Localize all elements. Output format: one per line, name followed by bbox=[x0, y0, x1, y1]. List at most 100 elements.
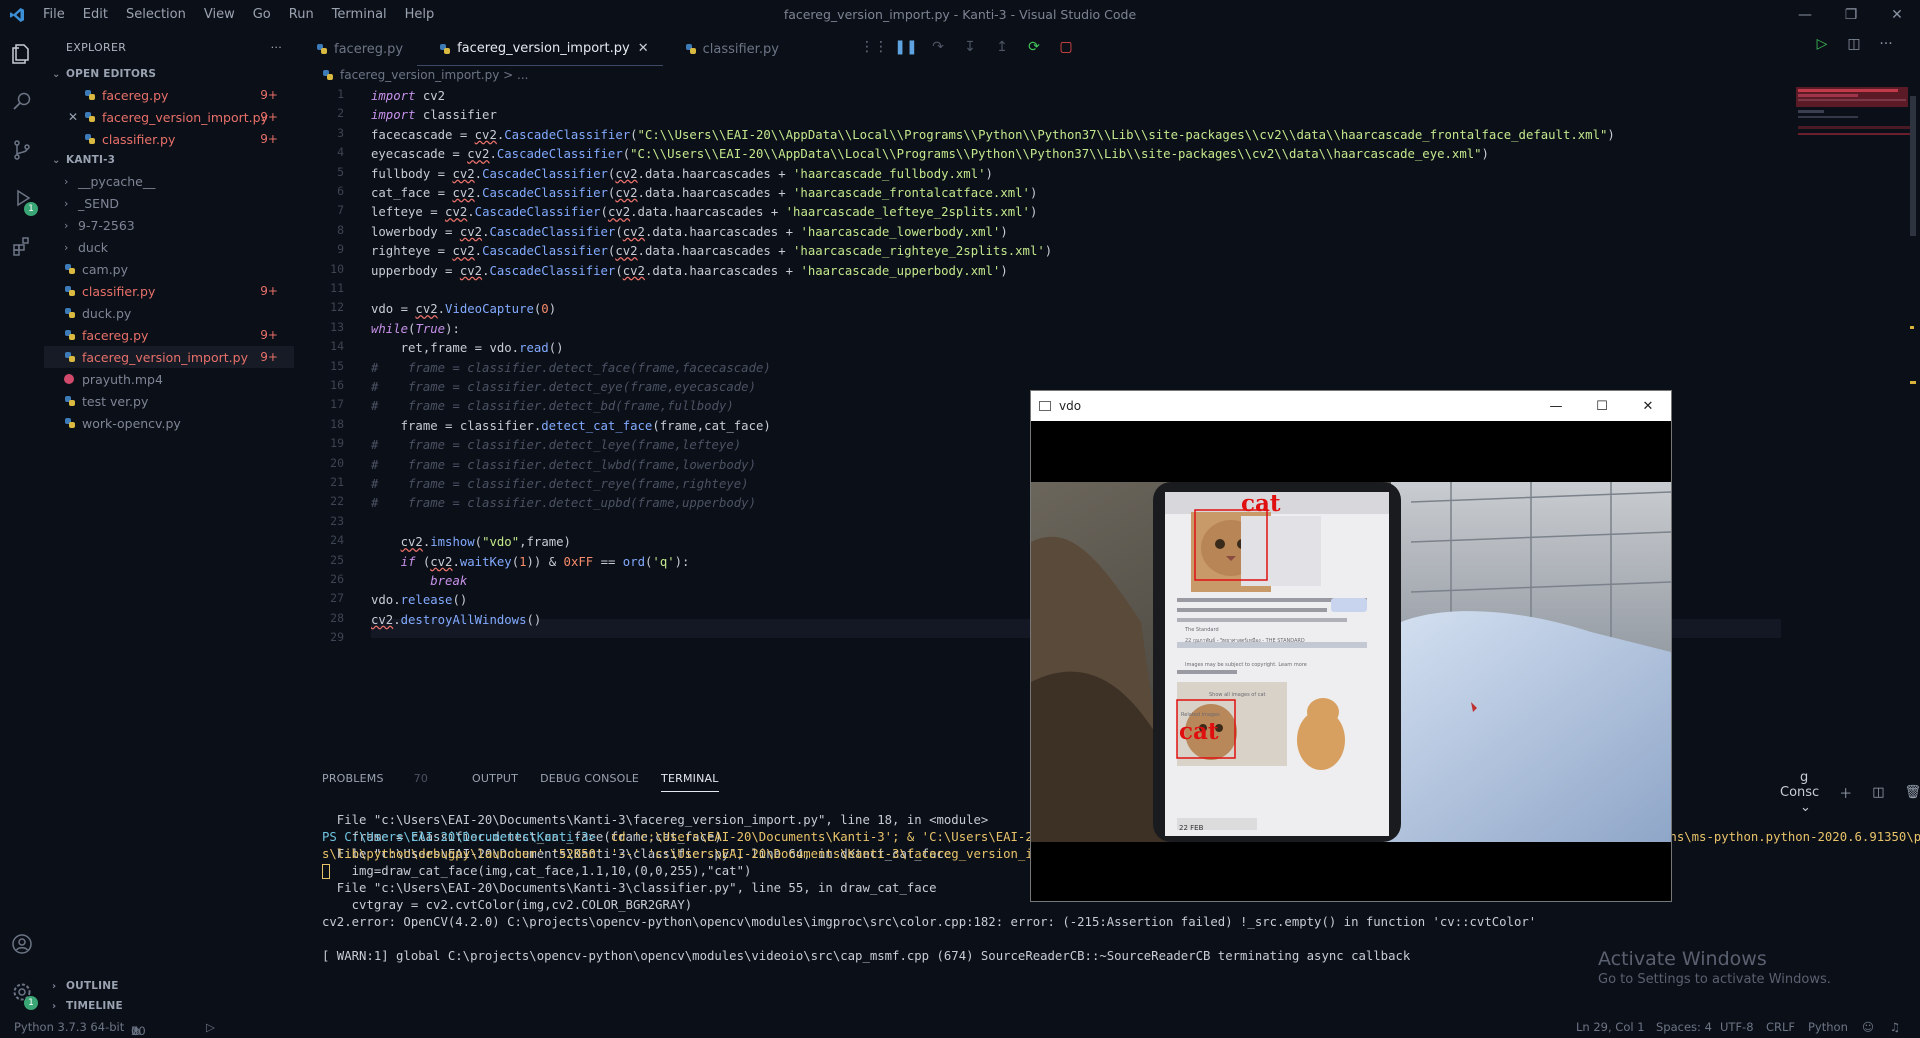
file-item-selected[interactable]: facereg_version_import.py 9+ bbox=[44, 346, 294, 368]
vdo-window[interactable]: vdo — ☐ ✕ cat cat The Standard 22 กุมภาพ… bbox=[1030, 390, 1672, 902]
line-number: 17 bbox=[330, 397, 344, 412]
run-debug-icon[interactable]: 1 bbox=[0, 174, 44, 222]
menu-selection[interactable]: Selection bbox=[117, 0, 195, 30]
open-editor-item-active[interactable]: ✕ facereg_version_import.py 9+ bbox=[44, 106, 294, 128]
more-actions-icon[interactable]: ··· bbox=[1870, 36, 1902, 52]
account-icon[interactable] bbox=[0, 920, 44, 968]
open-editor-item[interactable]: facereg.py 9+ bbox=[44, 84, 294, 106]
terminal-select-label: g Consc bbox=[1780, 770, 1820, 800]
line-number: 7 bbox=[337, 203, 344, 218]
code-line: break bbox=[430, 574, 468, 588]
vdo-maximize-button[interactable]: ☐ bbox=[1579, 391, 1625, 421]
python-file-icon bbox=[64, 307, 76, 319]
extensions-icon[interactable] bbox=[0, 222, 44, 270]
indentation[interactable]: Spaces: 4 bbox=[1656, 1020, 1712, 1034]
close-tab-icon[interactable]: ✕ bbox=[638, 41, 649, 56]
tab-classifier[interactable]: classifier.py bbox=[663, 32, 793, 66]
trash-icon[interactable]: 🗑 bbox=[1905, 785, 1920, 800]
new-terminal-icon[interactable]: ＋ bbox=[1839, 783, 1852, 802]
open-editors-header[interactable]: ⌄ OPEN EDITORS bbox=[44, 64, 294, 84]
step-over-icon[interactable]: ↷ bbox=[922, 39, 954, 55]
line-ending[interactable]: CRLF bbox=[1766, 1020, 1795, 1034]
menu-run[interactable]: Run bbox=[280, 0, 323, 30]
window-app-icon bbox=[1039, 401, 1051, 411]
file-item[interactable]: duck.py bbox=[44, 302, 294, 324]
encoding[interactable]: UTF-8 bbox=[1720, 1020, 1754, 1034]
tab-terminal[interactable]: TERMINAL bbox=[661, 772, 719, 792]
source-control-icon[interactable] bbox=[0, 126, 44, 174]
python-interpreter[interactable]: Python 3.7.3 64-bit bbox=[14, 1020, 124, 1034]
settings-gear-icon[interactable]: 1 bbox=[0, 968, 44, 1016]
language-mode[interactable]: Python bbox=[1808, 1020, 1848, 1034]
step-out-icon[interactable]: ↥ bbox=[986, 39, 1018, 55]
folder-item[interactable]: › duck bbox=[44, 236, 294, 258]
file-label: classifier.py bbox=[82, 283, 156, 299]
more-actions-icon[interactable]: ··· bbox=[271, 41, 282, 54]
menu-terminal[interactable]: Terminal bbox=[323, 0, 396, 30]
explorer-icon[interactable] bbox=[0, 30, 44, 78]
line-number: 8 bbox=[337, 222, 344, 237]
notifications-bell-icon[interactable]: ♫ bbox=[1890, 1020, 1900, 1034]
split-editor-icon[interactable]: ◫ bbox=[1838, 36, 1870, 52]
workspace-header[interactable]: ⌄ KANTI-3 bbox=[44, 150, 294, 170]
code-line: lowerbody = cv2.CascadeClassifier(cv2.da… bbox=[371, 224, 1008, 239]
breadcrumb[interactable]: facereg_version_import.py > ... bbox=[322, 66, 528, 84]
menu-edit[interactable]: Edit bbox=[74, 0, 117, 30]
stop-icon[interactable]: ▢ bbox=[1050, 39, 1082, 55]
file-item[interactable]: test ver.py bbox=[44, 390, 294, 412]
file-item[interactable]: cam.py bbox=[44, 258, 294, 280]
pause-icon[interactable]: ❚❚ bbox=[890, 39, 922, 55]
file-item[interactable]: prayuth.mp4 bbox=[44, 368, 294, 390]
file-item[interactable]: facereg.py 9+ bbox=[44, 324, 294, 346]
open-editor-label: classifier.py bbox=[102, 131, 176, 147]
minimap[interactable] bbox=[1794, 86, 1912, 166]
minimize-button[interactable]: — bbox=[1782, 0, 1828, 30]
file-item[interactable]: work-opencv.py bbox=[44, 412, 294, 434]
code-line: # frame = classifier.detect_lwbd(frame,l… bbox=[371, 457, 756, 472]
phone-screen-text: The Standard bbox=[1185, 627, 1219, 633]
file-label: prayuth.mp4 bbox=[82, 371, 163, 387]
chevron-down-icon: ⌄ bbox=[52, 154, 61, 166]
tab-output[interactable]: OUTPUT bbox=[472, 772, 518, 792]
feedback-icon[interactable]: ☺ bbox=[1862, 1020, 1874, 1034]
close-window-button[interactable]: ✕ bbox=[1874, 0, 1920, 30]
run-file-icon[interactable]: ▷ bbox=[1806, 36, 1838, 52]
menu-go[interactable]: Go bbox=[244, 0, 280, 30]
step-into-icon[interactable]: ↧ bbox=[954, 39, 986, 55]
timeline-header[interactable]: › TIMELINE bbox=[44, 996, 294, 1016]
folder-item[interactable]: › _SEND bbox=[44, 192, 294, 214]
line-number: 18 bbox=[330, 416, 344, 431]
tab-debug-console[interactable]: DEBUG CONSOLE bbox=[540, 772, 639, 792]
restore-button[interactable]: ❐ bbox=[1828, 0, 1874, 30]
terminal-cursor bbox=[322, 864, 330, 879]
folder-item[interactable]: › __pycache__ bbox=[44, 170, 294, 192]
outline-header[interactable]: › OUTLINE bbox=[44, 976, 294, 996]
menu-help[interactable]: Help bbox=[396, 0, 444, 30]
menu-file[interactable]: File bbox=[34, 0, 74, 30]
open-editor-item[interactable]: classifier.py 9+ bbox=[44, 128, 294, 150]
vdo-close-button[interactable]: ✕ bbox=[1625, 391, 1671, 421]
tab-problems[interactable]: PROBLEMS 70 bbox=[322, 772, 450, 792]
code-line: ret,frame = vdo.read() bbox=[371, 341, 564, 356]
tab-facereg[interactable]: facereg.py bbox=[294, 32, 417, 66]
explorer-title: EXPLORER bbox=[66, 40, 127, 54]
search-icon[interactable] bbox=[0, 78, 44, 126]
vdo-minimize-button[interactable]: — bbox=[1533, 391, 1579, 421]
drag-handle-icon[interactable]: ⋮⋮ bbox=[858, 39, 890, 55]
folder-item[interactable]: › 9-7-2563 bbox=[44, 214, 294, 236]
python-file-icon bbox=[316, 43, 328, 55]
terminal-select[interactable]: g Consc ⌄ bbox=[1780, 770, 1819, 815]
run-status-icon[interactable]: ▷ bbox=[206, 1020, 215, 1034]
close-editor-icon[interactable]: ✕ bbox=[68, 110, 78, 124]
tab-facereg-version-import[interactable]: facereg_version_import.py ✕ bbox=[417, 32, 663, 66]
problems-count: 70 bbox=[413, 772, 429, 785]
panel-tabs: PROBLEMS 70 OUTPUT DEBUG CONSOLE TERMINAL bbox=[322, 772, 741, 792]
file-item[interactable]: classifier.py 9+ bbox=[44, 280, 294, 302]
menu-view[interactable]: View bbox=[195, 0, 244, 30]
code-line: import cv2 bbox=[371, 89, 446, 103]
split-terminal-icon[interactable]: ◫ bbox=[1872, 785, 1884, 800]
tab-label: facereg_version_import.py bbox=[457, 41, 630, 56]
cursor-position[interactable]: Ln 29, Col 1 bbox=[1576, 1020, 1645, 1034]
restart-icon[interactable]: ⟳ bbox=[1018, 39, 1050, 55]
